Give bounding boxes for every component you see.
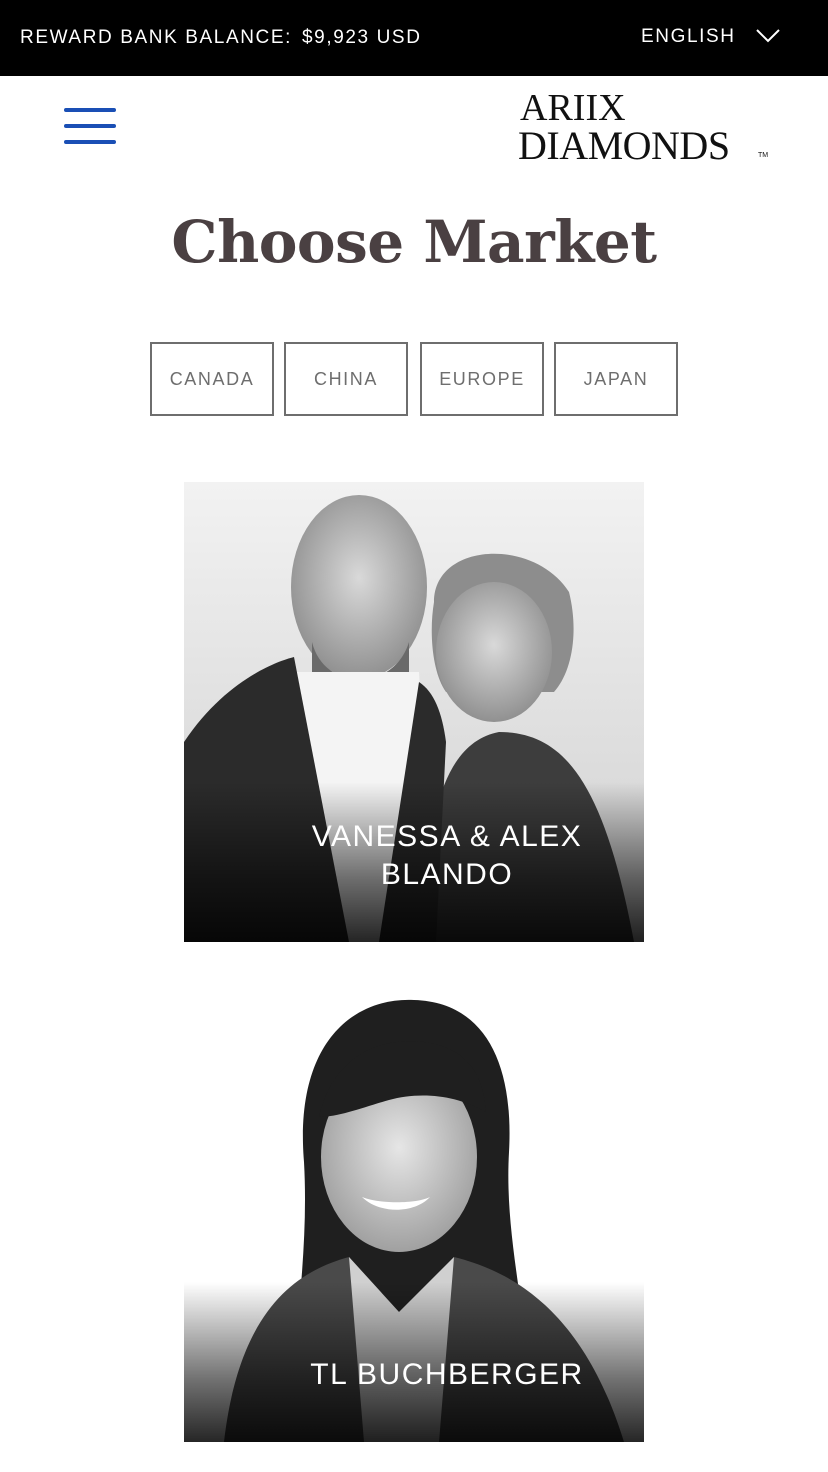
market-button-canada[interactable]: CANADA (150, 342, 274, 416)
balance-label: REWARD BANK BALANCE: (20, 27, 293, 48)
market-button-japan[interactable]: JAPAN (554, 342, 678, 416)
page-title: Choose Market (171, 208, 657, 276)
language-selector[interactable]: ENGLISH (641, 25, 780, 49)
reward-bank-balance: REWARD BANK BALANCE: $9,923 USD (20, 27, 422, 49)
top-bar: REWARD BANK BALANCE: $9,923 USD ENGLISH (0, 0, 828, 76)
market-button-china[interactable]: CHINA (284, 342, 408, 416)
hamburger-menu-icon[interactable] (64, 106, 116, 146)
leader-card[interactable]: VANESSA & ALEX BLANDO (184, 482, 644, 942)
leader-name: TL BUCHBERGER (310, 1358, 584, 1391)
balance-amount: $9,923 USD (302, 27, 422, 48)
ariix-diamonds-logo[interactable]: ARIIX DIAMONDS TM (518, 82, 770, 168)
chevron-down-icon (755, 29, 780, 43)
leader-name: VANESSA & ALEX BLANDO (311, 820, 583, 891)
market-button-europe[interactable]: EUROPE (420, 342, 544, 416)
logo-trademark: TM (758, 152, 769, 159)
logo-line-2: DIAMONDS (518, 123, 730, 168)
leader-card[interactable]: TL BUCHBERGER (184, 982, 644, 1442)
language-label: ENGLISH (641, 26, 736, 47)
